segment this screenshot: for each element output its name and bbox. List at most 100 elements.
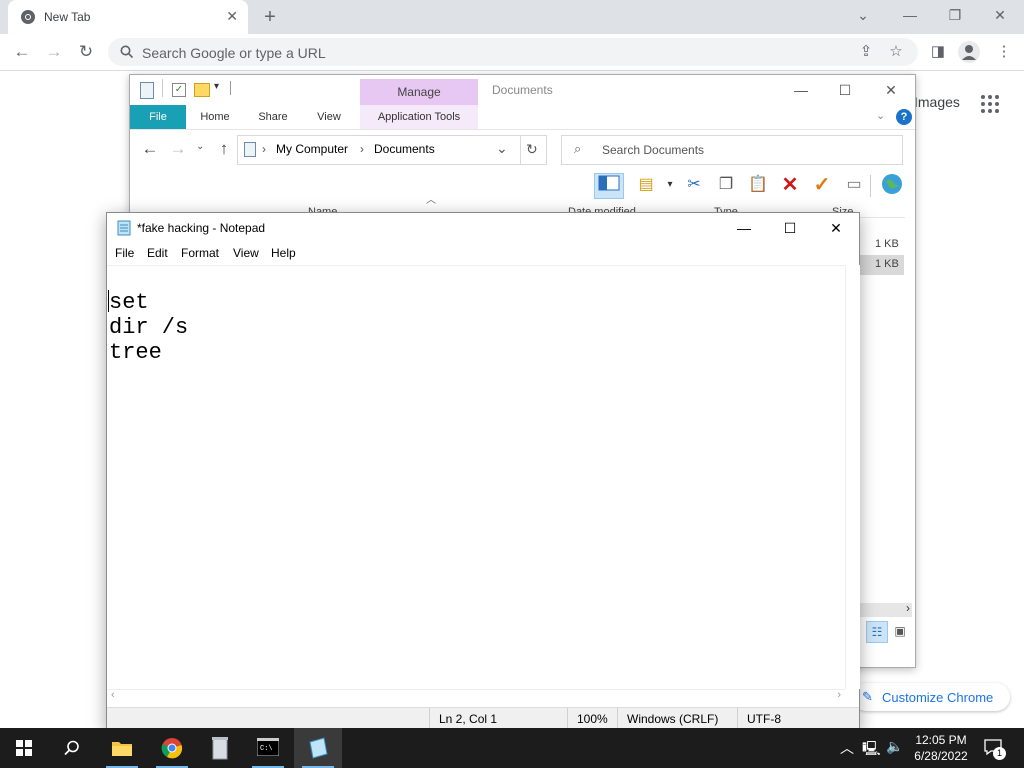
menu-help[interactable]: Help xyxy=(271,246,296,260)
tab-file[interactable]: File xyxy=(130,105,186,129)
scroll-right-icon[interactable]: › xyxy=(906,601,910,615)
globe-icon[interactable] xyxy=(880,173,904,197)
notification-center-button[interactable]: 1 xyxy=(984,738,1006,760)
taskbar-command-prompt[interactable]: C:\ xyxy=(244,728,292,768)
properties-icon[interactable]: ✓ xyxy=(172,83,186,97)
chevron-down-icon[interactable]: ⌄ xyxy=(848,4,878,26)
tab-share[interactable]: Share xyxy=(250,105,296,129)
tab-application-tools[interactable]: Application Tools xyxy=(360,105,478,129)
menu-file[interactable]: File xyxy=(115,246,134,260)
close-icon[interactable]: ✕ xyxy=(226,8,238,25)
ribbon-expand-icon[interactable]: ⌄ xyxy=(876,109,885,122)
profile-icon[interactable] xyxy=(958,41,980,63)
notepad-text-content[interactable]: set dir /s tree xyxy=(109,290,188,365)
chevron-up-icon[interactable]: ︿ xyxy=(840,738,854,758)
status-encoding: UTF-8 xyxy=(747,712,781,726)
chevron-down-icon[interactable]: ▾ xyxy=(658,173,682,197)
sort-indicator-icon: ︿ xyxy=(426,195,436,206)
recent-locations-icon[interactable]: ⌄ xyxy=(196,141,204,152)
tab-new-tab[interactable]: New Tab ✕ xyxy=(8,0,248,34)
refresh-icon[interactable]: ↻ xyxy=(526,141,538,158)
start-button[interactable] xyxy=(0,728,48,768)
star-icon[interactable]: ☆ xyxy=(884,40,908,64)
scroll-right-icon[interactable]: › xyxy=(837,689,841,701)
horizontal-scrollbar[interactable]: ‹ › xyxy=(107,689,845,704)
omnibox[interactable]: Search Google or type a URL ⇪ ☆ xyxy=(108,38,918,66)
minimize-icon[interactable]: — xyxy=(729,217,759,239)
table-row[interactable]: 1 KB xyxy=(860,235,904,255)
notification-count-badge: 1 xyxy=(993,747,1006,760)
status-line-ending: Windows (CRLF) xyxy=(627,712,719,726)
vertical-scrollbar[interactable] xyxy=(845,265,860,689)
taskbar-chrome[interactable] xyxy=(148,728,196,768)
checkmark-icon[interactable]: ✓ xyxy=(810,173,834,197)
clock-time: 12:05 PM xyxy=(915,733,967,747)
close-icon[interactable]: ✕ xyxy=(876,79,906,101)
kebab-menu-icon[interactable]: ⋮ xyxy=(992,40,1016,64)
table-row[interactable]: 1 KB xyxy=(860,255,904,275)
horizontal-scrollbar[interactable]: › xyxy=(860,601,912,617)
close-window-icon[interactable]: ✕ xyxy=(985,4,1015,26)
maximize-icon[interactable]: ☐ xyxy=(775,217,805,239)
minimize-icon[interactable]: — xyxy=(895,4,925,26)
new-tab-button[interactable]: + xyxy=(258,4,282,30)
network-icon[interactable]: 🖳 xyxy=(862,738,881,762)
taskbar-search-button[interactable] xyxy=(48,728,96,768)
omnibox-placeholder: Search Google or type a URL xyxy=(142,45,326,61)
notepad-menu-bar: File Edit Format View Help xyxy=(107,243,859,265)
taskbar-notepad[interactable] xyxy=(294,728,342,768)
scroll-left-icon[interactable]: ‹ xyxy=(111,689,115,701)
details-view-icon[interactable]: ☷ xyxy=(866,621,888,643)
images-link[interactable]: Images xyxy=(914,94,960,110)
taskbar-recycle-bin[interactable] xyxy=(196,728,244,768)
menu-edit[interactable]: Edit xyxy=(147,246,168,260)
notepad-status-bar: Ln 2, Col 1 100% Windows (CRLF) UTF-8 xyxy=(107,707,859,730)
customize-chrome-button[interactable]: ✎ Customize Chrome xyxy=(852,683,1010,711)
menu-format[interactable]: Format xyxy=(181,246,219,260)
pencil-icon: ✎ xyxy=(862,689,873,704)
preview-pane-icon[interactable] xyxy=(594,173,624,199)
search-documents-field[interactable]: ⌕ Search Documents xyxy=(561,135,903,165)
delete-icon[interactable]: ✕ xyxy=(778,173,802,197)
close-icon[interactable]: ✕ xyxy=(821,217,851,239)
breadcrumb-documents[interactable]: Documents xyxy=(374,142,435,156)
breadcrumb-my-computer[interactable]: My Computer xyxy=(276,142,348,156)
volume-icon[interactable]: 🔈 xyxy=(886,738,903,755)
command-prompt-icon: C:\ xyxy=(257,738,279,756)
chevron-down-icon[interactable]: ⌄ xyxy=(496,140,508,157)
large-icons-view-icon[interactable]: ▣ xyxy=(890,621,910,641)
side-panel-icon[interactable]: ◨ xyxy=(926,40,950,64)
apps-grid-icon[interactable] xyxy=(980,94,1000,114)
up-icon[interactable]: ↑ xyxy=(214,139,234,159)
cut-icon[interactable]: ✂ xyxy=(682,173,706,197)
explorer-window-title: Documents xyxy=(492,83,553,97)
share-icon[interactable]: ⇪ xyxy=(854,40,878,64)
copy-icon[interactable]: ❐ xyxy=(714,173,738,197)
folder-icon[interactable] xyxy=(194,83,210,97)
quick-access-dropdown-icon[interactable]: ▾ xyxy=(214,81,219,92)
reload-icon[interactable]: ↻ xyxy=(76,42,96,62)
notepad-text-area[interactable]: set dir /s tree xyxy=(107,265,845,690)
back-icon[interactable]: ← xyxy=(140,139,160,159)
forward-icon[interactable]: → xyxy=(168,139,188,159)
minimize-icon[interactable]: — xyxy=(786,79,816,101)
tab-home[interactable]: Home xyxy=(192,105,238,129)
paste-icon[interactable]: 📋 xyxy=(746,173,770,197)
explorer-toolbar: ▤ ▾ ✂ ❐ 📋 ✕ ✓ ▭ xyxy=(590,171,910,201)
restore-icon[interactable]: ❐ xyxy=(940,4,970,26)
forward-icon[interactable]: → xyxy=(44,42,64,62)
menu-view[interactable]: View xyxy=(233,246,259,260)
tab-view[interactable]: View xyxy=(306,105,352,129)
maximize-icon[interactable]: ☐ xyxy=(830,79,860,101)
rename-icon[interactable]: ▭ xyxy=(842,173,866,197)
help-icon[interactable]: ? xyxy=(896,109,912,125)
taskbar-clock[interactable]: 12:05 PM 6/28/2022 xyxy=(906,732,976,764)
back-icon[interactable]: ← xyxy=(12,42,32,62)
notepad-title-bar[interactable]: *fake hacking - Notepad — ☐ ✕ xyxy=(107,213,859,243)
notepad-icon xyxy=(117,220,131,236)
address-bar[interactable]: › My Computer › Documents ⌄ ↻ xyxy=(237,135,547,165)
new-folder-icon[interactable]: ▤ xyxy=(634,173,658,197)
file-size: 1 KB xyxy=(875,258,899,270)
manage-contextual-tab[interactable]: Manage xyxy=(360,79,478,105)
taskbar-file-explorer[interactable] xyxy=(98,728,146,768)
